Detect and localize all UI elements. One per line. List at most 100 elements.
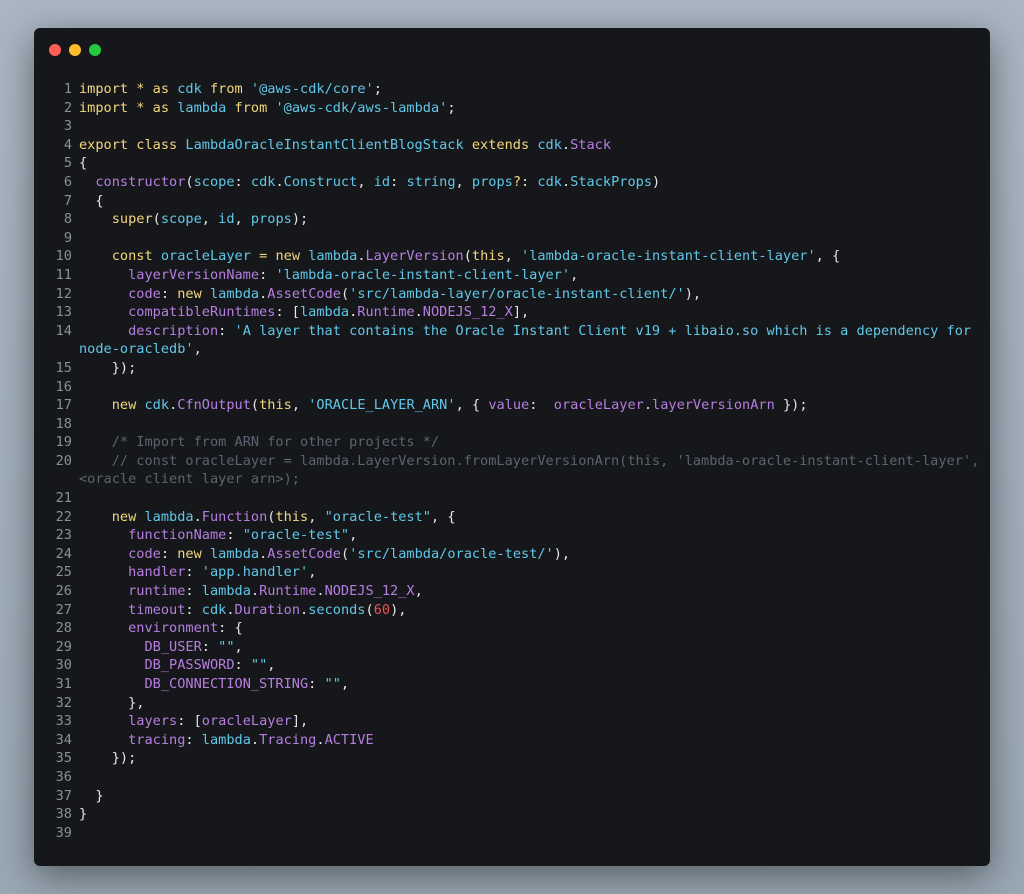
line-number: 3 [52, 117, 79, 136]
code-token: 'ORACLE_LAYER_ARN' [308, 397, 455, 413]
code-token: ( [341, 546, 349, 562]
code-token [79, 676, 144, 692]
code-token: . [275, 174, 283, 190]
line-code: code: new lambda.AssetCode('src/lambda-l… [79, 285, 982, 304]
code-token [79, 323, 128, 339]
code-token: oracleLayer [161, 248, 251, 264]
code-token: from [210, 81, 243, 97]
code-token: lambda [202, 732, 251, 748]
code-token [79, 732, 128, 748]
code-token: seconds [308, 602, 365, 618]
code-token: . [644, 397, 652, 413]
code-token [169, 100, 177, 116]
line-code [79, 229, 982, 248]
code-token [202, 81, 210, 97]
minimize-window-button[interactable] [69, 44, 81, 56]
code-token: code [128, 286, 161, 302]
code-token: lambda [300, 304, 349, 320]
code-token: props [472, 174, 513, 190]
line-code: DB_CONNECTION_STRING: "", [79, 675, 982, 694]
code-token: . [251, 583, 259, 599]
code-token: Runtime [357, 304, 414, 320]
code-token [79, 620, 128, 636]
code-token: ], [513, 304, 529, 320]
line-number: 28 [52, 619, 79, 638]
code-line: 7 { [52, 192, 982, 211]
code-token: as [153, 81, 169, 97]
code-token: oracleLayer [554, 397, 644, 413]
code-token [300, 248, 308, 264]
line-code: timeout: cdk.Duration.seconds(60), [79, 601, 982, 620]
code-token: string [406, 174, 455, 190]
code-token: : [202, 639, 218, 655]
code-token [79, 509, 112, 525]
code-token: , { [431, 509, 456, 525]
code-token [144, 100, 152, 116]
code-line: 5{ [52, 154, 982, 173]
code-token: , [308, 564, 316, 580]
code-token: ); [292, 211, 308, 227]
code-token [79, 286, 128, 302]
code-token: , [341, 676, 349, 692]
line-number: 19 [52, 433, 79, 452]
code-token [79, 211, 112, 227]
code-token: , [235, 639, 243, 655]
line-code: runtime: lambda.Runtime.NODEJS_12_X, [79, 582, 982, 601]
code-token: : [259, 267, 275, 283]
code-line: 35 }); [52, 749, 982, 768]
line-code [79, 768, 982, 787]
code-token: this [275, 509, 308, 525]
code-token: : [218, 323, 234, 339]
code-token [169, 81, 177, 97]
code-token: id [218, 211, 234, 227]
code-token: constructor [95, 174, 185, 190]
code-token: ( [153, 211, 161, 227]
code-token: LayerVersion [366, 248, 464, 264]
code-token [79, 304, 128, 320]
line-number: 21 [52, 489, 79, 508]
code-token: , [292, 397, 308, 413]
code-token: . [316, 583, 324, 599]
line-number: 2 [52, 99, 79, 118]
line-number: 31 [52, 675, 79, 694]
code-token: lambda [308, 248, 357, 264]
line-code: } [79, 805, 982, 824]
line-number: 32 [52, 694, 79, 713]
zoom-window-button[interactable] [89, 44, 101, 56]
code-token: lambda [202, 583, 251, 599]
line-code: } [79, 787, 982, 806]
code-editor[interactable]: 1import * as cdk from '@aws-cdk/core';2i… [52, 80, 982, 842]
code-token [136, 397, 144, 413]
code-token: layers [128, 713, 177, 729]
code-line: 34 tracing: lambda.Tracing.ACTIVE [52, 731, 982, 750]
code-token: 60 [374, 602, 390, 618]
code-line: 16 [52, 378, 982, 397]
code-token: , [357, 174, 373, 190]
code-token [79, 564, 128, 580]
code-token: : [ [275, 304, 300, 320]
code-token: ( [251, 397, 259, 413]
code-token: ; [374, 81, 382, 97]
code-token: export [79, 137, 128, 153]
code-token: cdk [537, 174, 562, 190]
code-token: , [202, 211, 218, 227]
line-code: /* Import from ARN for other projects */ [79, 433, 982, 452]
code-window: 1import * as cdk from '@aws-cdk/core';2i… [34, 28, 990, 866]
close-window-button[interactable] [49, 44, 61, 56]
code-token: new [177, 286, 202, 302]
line-code: { [79, 192, 982, 211]
code-token: : [ [177, 713, 202, 729]
code-token: , [505, 248, 521, 264]
code-line: 32 }, [52, 694, 982, 713]
code-line: 8 super(scope, id, props); [52, 210, 982, 229]
line-code: new lambda.Function(this, "oracle-test",… [79, 508, 982, 527]
code-token: Duration [235, 602, 300, 618]
line-number: 14 [52, 322, 79, 359]
line-code: import * as cdk from '@aws-cdk/core'; [79, 80, 982, 99]
code-line: 31 DB_CONNECTION_STRING: "", [52, 675, 982, 694]
line-number: 39 [52, 824, 79, 843]
code-token: layerVersionArn [652, 397, 775, 413]
code-token: : [161, 286, 177, 302]
code-token [79, 657, 144, 673]
code-token: . [357, 248, 365, 264]
